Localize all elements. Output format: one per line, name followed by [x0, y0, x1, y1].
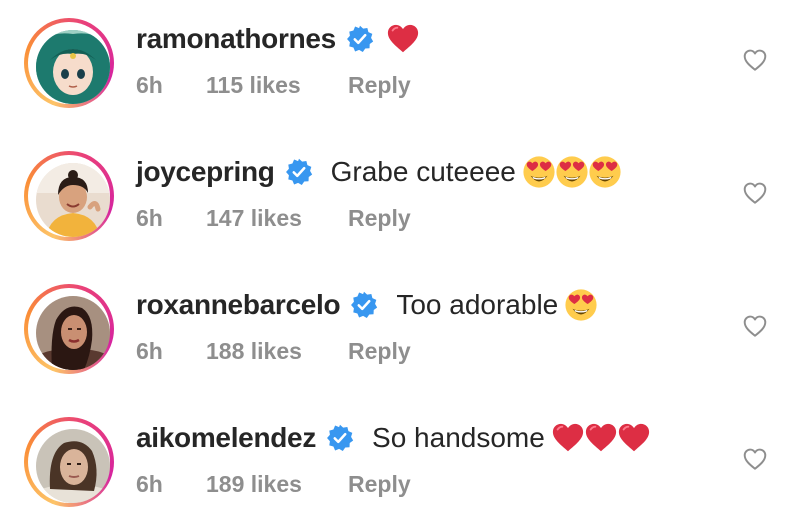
username[interactable]: ramonathornes	[136, 23, 336, 55]
heart-eyes-emoji-icon	[522, 155, 556, 189]
avatar-story-ring[interactable]	[24, 18, 114, 108]
reply-button[interactable]: Reply	[348, 205, 411, 232]
heart-eyes-emoji-icon	[588, 155, 622, 189]
verified-badge-icon	[285, 158, 313, 186]
like-heart-icon[interactable]	[742, 180, 768, 206]
reply-button[interactable]: Reply	[348, 72, 411, 99]
reply-button[interactable]: Reply	[348, 338, 411, 365]
like-heart-icon[interactable]	[742, 446, 768, 472]
avatar	[36, 30, 110, 104]
avatar	[36, 296, 110, 370]
comment-text: So handsome	[372, 422, 545, 453]
comment-time: 6h	[136, 338, 163, 364]
comment-emojis	[564, 288, 597, 322]
comment-emojis	[551, 421, 650, 455]
comment-item: joycepring Grabe cuteeee 6h 147 likes Re…	[0, 133, 800, 266]
avatar-image	[36, 429, 110, 503]
likes-count[interactable]: 147 likes	[206, 205, 348, 232]
username[interactable]: roxannebarcelo	[136, 289, 341, 321]
red-heart-icon	[584, 421, 618, 455]
likes-count[interactable]: 189 likes	[206, 471, 348, 498]
avatar-image	[36, 296, 110, 370]
avatar-image	[36, 163, 110, 237]
avatar	[36, 429, 110, 503]
comment-item: aikomelendez So handsome 6h 189 likes Re…	[0, 399, 800, 532]
red-heart-icon	[386, 22, 420, 56]
avatar	[36, 163, 110, 237]
comment-emojis	[386, 22, 419, 56]
comment-item: ramonathornes 6h 115 likes Reply	[0, 0, 800, 133]
like-heart-icon[interactable]	[742, 313, 768, 339]
comment-time: 6h	[136, 72, 163, 98]
avatar-story-ring[interactable]	[24, 284, 114, 374]
likes-count[interactable]: 115 likes	[206, 72, 348, 99]
avatar-story-ring[interactable]	[24, 417, 114, 507]
comment-emojis	[522, 155, 621, 189]
verified-badge-icon	[350, 291, 378, 319]
heart-eyes-emoji-icon	[564, 288, 598, 322]
comment-text: Too adorable	[396, 289, 559, 320]
comment-item: roxannebarcelo Too adorable 6h 188 likes…	[0, 266, 800, 399]
comment-time: 6h	[136, 205, 163, 231]
username[interactable]: joycepring	[136, 156, 275, 188]
like-heart-icon[interactable]	[742, 47, 768, 73]
verified-badge-icon	[326, 424, 354, 452]
reply-button[interactable]: Reply	[348, 471, 411, 498]
avatar-image	[36, 30, 110, 104]
avatar-story-ring[interactable]	[24, 151, 114, 241]
likes-count[interactable]: 188 likes	[206, 338, 348, 365]
comment-time: 6h	[136, 471, 163, 497]
red-heart-icon	[551, 421, 585, 455]
red-heart-icon	[617, 421, 651, 455]
comment-text: Grabe cuteeee	[330, 156, 516, 187]
heart-eyes-emoji-icon	[555, 155, 589, 189]
verified-badge-icon	[346, 25, 374, 53]
username[interactable]: aikomelendez	[136, 422, 316, 454]
